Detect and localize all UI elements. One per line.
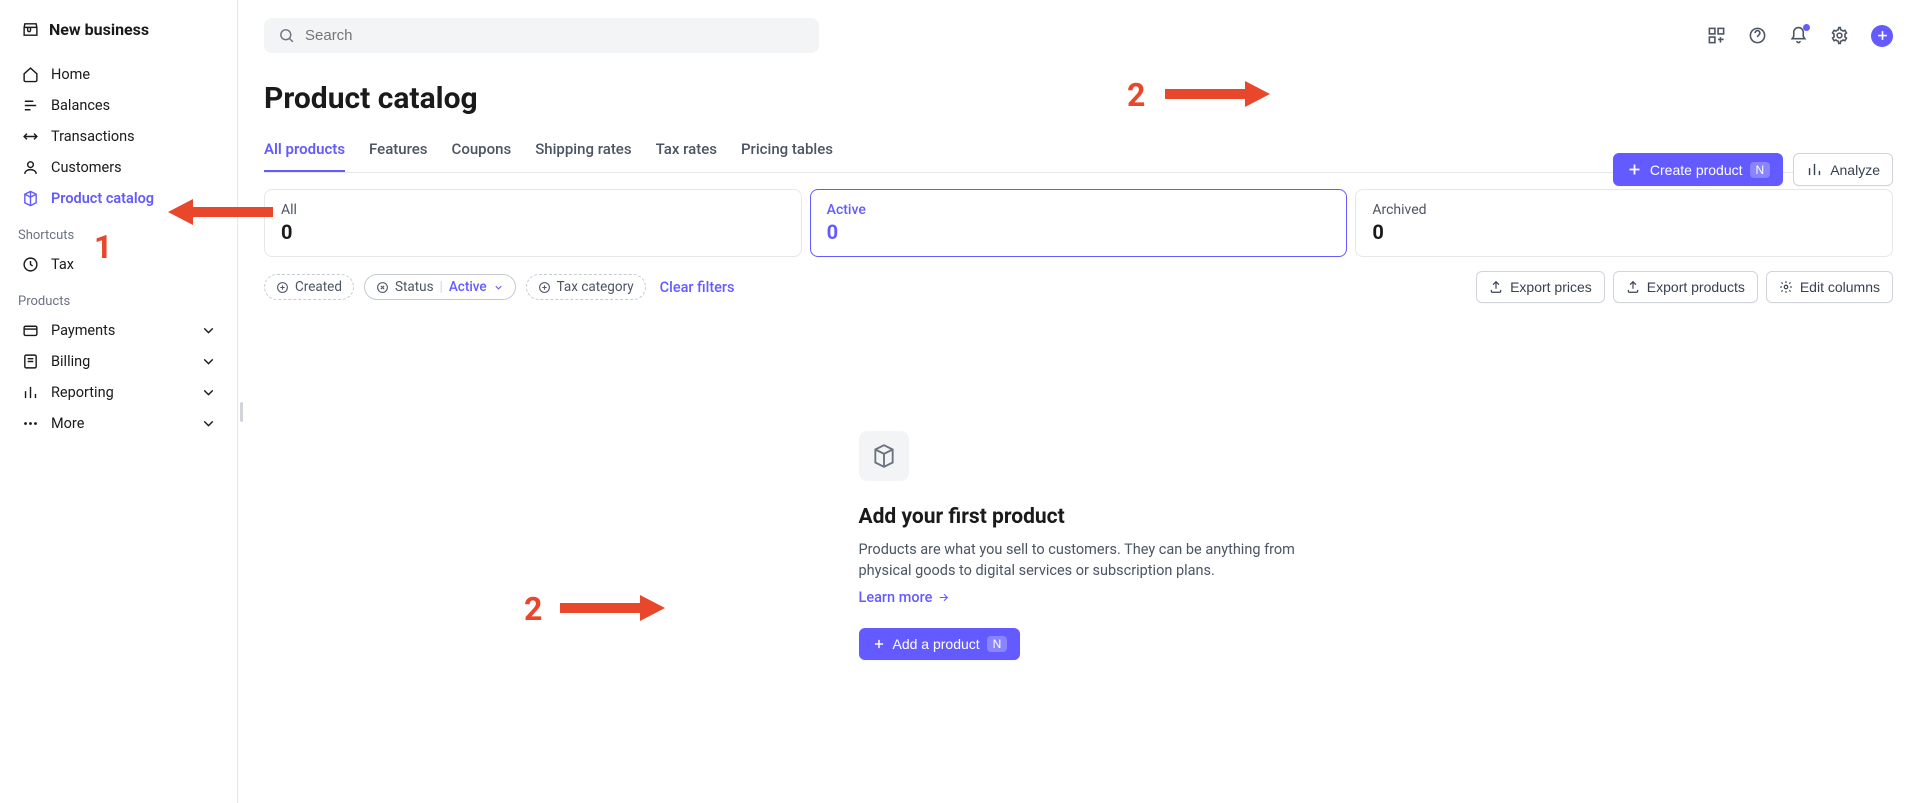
page: Product catalog Create product N Analyze… — [238, 71, 1919, 660]
toolbar-right: Export prices Export products Edit colum… — [1476, 271, 1893, 303]
top-icons — [1707, 25, 1893, 47]
header-actions: Create product N Analyze — [1613, 153, 1893, 186]
export-prices-button[interactable]: Export prices — [1476, 271, 1605, 303]
learn-more-link[interactable]: Learn more — [859, 589, 951, 606]
notification-dot — [1803, 24, 1810, 31]
export-icon — [1626, 280, 1640, 294]
search-box[interactable] — [264, 18, 819, 53]
stat-all[interactable]: All 0 — [264, 189, 802, 257]
filter-status[interactable]: Status | Active — [364, 274, 516, 300]
topbar — [238, 0, 1919, 71]
nav-home[interactable]: Home — [0, 59, 237, 90]
package-icon — [871, 443, 897, 469]
nav-tax[interactable]: Tax — [0, 249, 237, 280]
tab-coupons[interactable]: Coupons — [452, 130, 512, 172]
settings-icon[interactable] — [1830, 26, 1849, 45]
chevron-down-icon — [493, 282, 504, 293]
empty-state-icon-box — [859, 431, 909, 481]
nav-more[interactable]: More — [0, 408, 237, 439]
create-product-button[interactable]: Create product N — [1613, 153, 1783, 186]
search-input[interactable] — [305, 27, 805, 44]
plus-circle-icon — [538, 281, 551, 294]
arrow-right-icon — [937, 591, 950, 604]
chevron-down-icon — [200, 415, 217, 432]
export-products-button[interactable]: Export products — [1613, 271, 1758, 303]
create-icon[interactable] — [1871, 25, 1893, 47]
plus-circle-icon — [276, 281, 289, 294]
business-switcher[interactable]: New business — [0, 20, 237, 59]
chevron-down-icon — [200, 322, 217, 339]
plus-icon — [872, 637, 886, 651]
gear-icon — [1779, 280, 1793, 294]
shortcuts-label: Shortcuts — [0, 214, 237, 249]
add-product-button[interactable]: Add a product N — [859, 628, 1021, 660]
chevron-down-icon — [200, 384, 217, 401]
nav-billing[interactable]: Billing — [0, 346, 237, 377]
nav-transactions[interactable]: Transactions — [0, 121, 237, 152]
export-icon — [1489, 280, 1503, 294]
chevron-down-icon — [200, 353, 217, 370]
filter-row: Created Status | Active Tax category Cle… — [264, 271, 1893, 311]
products-label: Products — [0, 280, 237, 315]
search-icon — [278, 27, 295, 44]
storefront-icon — [22, 21, 39, 38]
tab-shipping-rates[interactable]: Shipping rates — [535, 130, 631, 172]
business-name: New business — [49, 20, 149, 39]
edit-columns-button[interactable]: Edit columns — [1766, 271, 1893, 303]
keyboard-shortcut: N — [1750, 162, 1771, 178]
balances-icon — [22, 97, 39, 114]
page-title: Product catalog — [264, 81, 1893, 116]
filter-tax-category[interactable]: Tax category — [526, 274, 646, 300]
sidebar: New business Home Balances Transactions … — [0, 0, 238, 803]
nav-reporting[interactable]: Reporting — [0, 377, 237, 408]
billing-icon — [22, 353, 39, 370]
customers-icon — [22, 159, 39, 176]
stat-active[interactable]: Active 0 — [810, 189, 1348, 257]
bar-chart-icon — [22, 384, 39, 401]
empty-desc: Products are what you sell to customers.… — [859, 539, 1299, 581]
clock-icon — [22, 256, 39, 273]
home-icon — [22, 66, 39, 83]
more-icon — [22, 415, 39, 432]
product-catalog-icon — [22, 190, 39, 207]
transactions-icon — [22, 128, 39, 145]
empty-state: Add your first product Products are what… — [859, 431, 1299, 660]
nav-payments[interactable]: Payments — [0, 315, 237, 346]
help-icon[interactable] — [1748, 26, 1767, 45]
notifications-icon[interactable] — [1789, 26, 1808, 45]
plus-icon — [1626, 161, 1643, 178]
clear-filters-link[interactable]: Clear filters — [660, 279, 735, 296]
tab-features[interactable]: Features — [369, 130, 427, 172]
stat-archived[interactable]: Archived 0 — [1355, 189, 1893, 257]
keyboard-shortcut: N — [987, 636, 1008, 652]
x-circle-icon — [376, 281, 389, 294]
apps-icon[interactable] — [1707, 26, 1726, 45]
analyze-button[interactable]: Analyze — [1793, 153, 1893, 186]
tab-tax-rates[interactable]: Tax rates — [656, 130, 717, 172]
nav-product-catalog[interactable]: Product catalog — [0, 183, 237, 214]
filter-created[interactable]: Created — [264, 274, 354, 300]
nav-customers[interactable]: Customers — [0, 152, 237, 183]
tab-all-products[interactable]: All products — [264, 130, 345, 172]
main: Product catalog Create product N Analyze… — [238, 0, 1919, 803]
stat-row: All 0 Active 0 Archived 0 — [264, 189, 1893, 257]
wallet-icon — [22, 322, 39, 339]
bar-chart-icon — [1806, 161, 1823, 178]
nav-balances[interactable]: Balances — [0, 90, 237, 121]
empty-title: Add your first product — [859, 505, 1065, 529]
tab-pricing-tables[interactable]: Pricing tables — [741, 130, 833, 172]
